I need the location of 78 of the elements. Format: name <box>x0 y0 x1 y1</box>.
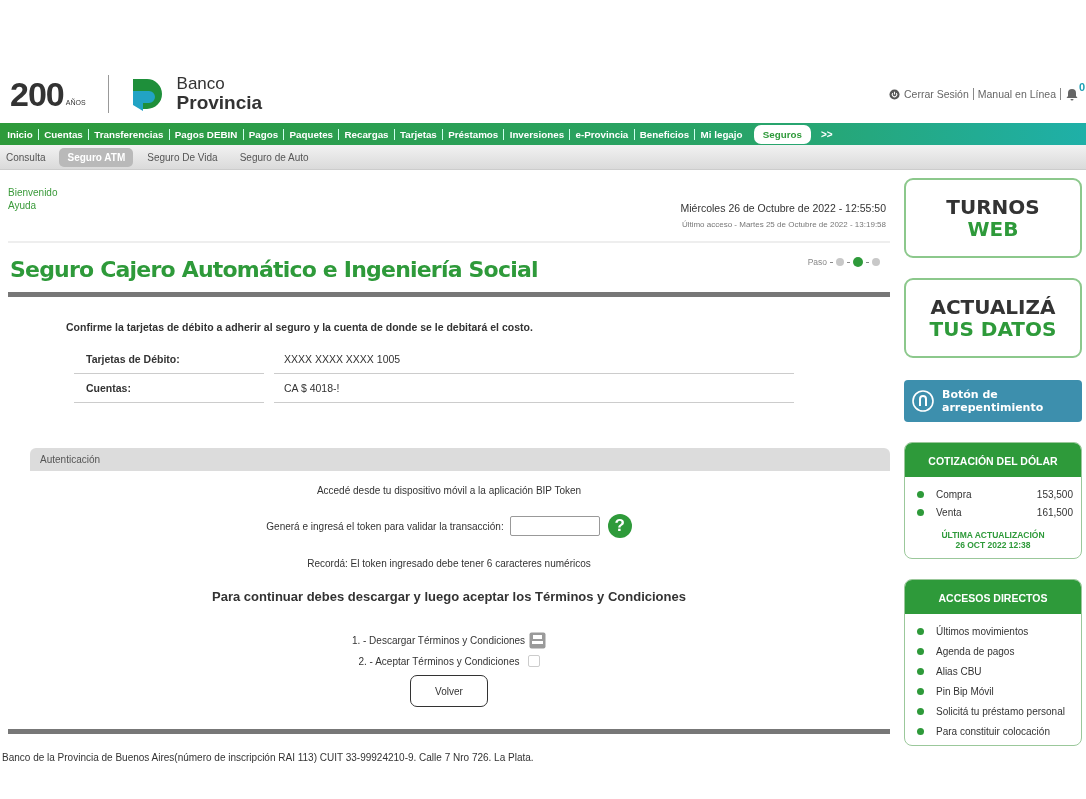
bank-logo-icon <box>130 77 165 111</box>
nav-tab[interactable]: Paquetes <box>283 128 339 140</box>
bank-name: Banco <box>176 74 226 92</box>
reminder-text: Recordá: El token ingresado debe tener 6 caracteres numéricos <box>306 558 592 569</box>
power-icon[interactable] <box>889 88 900 100</box>
accept-checkbox[interactable] <box>527 655 540 667</box>
update-data-button[interactable]: ACTUALIZÁ TUS DATOS <box>904 278 1082 358</box>
nav-tab[interactable]: Mi legajo <box>694 128 748 140</box>
bullet-icon <box>917 668 924 675</box>
bell-icon[interactable] <box>1066 87 1078 101</box>
subnav-tab[interactable]: Seguro ATM <box>59 147 134 167</box>
shortcut-link[interactable]: Alias CBU <box>936 666 982 677</box>
nav-tab[interactable]: Cuentas <box>37 128 88 140</box>
instructions-text: Confirme la tarjetas de débito a adherir al seguro y la cuenta de donde se le debitará el costo. <box>66 321 534 333</box>
more-link[interactable]: >> <box>820 128 833 140</box>
logo-number: 200 <box>10 74 64 114</box>
nav-tab[interactable]: Seguros <box>753 124 811 144</box>
nav-tab[interactable]: Recargas <box>338 128 394 140</box>
bullet-icon <box>917 688 924 695</box>
bullet-icon <box>917 648 924 655</box>
help-button[interactable]: ? <box>607 514 632 538</box>
step-label: Paso <box>807 257 827 267</box>
bullet-icon <box>917 708 924 715</box>
detail-value: CA $ 4018-! <box>274 374 794 403</box>
welcome-text: Bienvenido <box>8 187 58 198</box>
detail-label: Cuentas: <box>74 374 264 403</box>
update-time: 26 OCT 2022 12:38 <box>954 540 1032 550</box>
subnav-tab[interactable]: Seguro De Vida <box>139 147 226 167</box>
back-button[interactable]: Volver <box>410 675 488 707</box>
rate-label: Compra <box>936 489 972 500</box>
nav-tab[interactable]: Pagos <box>242 128 284 140</box>
notification-count: 0 <box>1078 80 1085 93</box>
terms-heading: Para continuar debes descargar y luego aceptar los Términos y Condiciones <box>211 589 687 604</box>
nav-tab[interactable]: Tarjetas <box>393 128 442 140</box>
section-header: Autenticación <box>30 448 890 471</box>
rate-value: 161,500 <box>1036 507 1073 518</box>
update-label: ÚLTIMA ACTUALIZACIÓN <box>940 530 1046 540</box>
header-link[interactable]: Cerrar Sesión <box>900 88 974 100</box>
bullet-icon <box>917 628 924 635</box>
subnav-tab[interactable]: Consulta <box>6 147 54 167</box>
bullet-icon <box>917 491 924 498</box>
nav-tab[interactable]: Transferencias <box>88 128 169 140</box>
nav-tab[interactable]: Pagos DEBIN <box>168 128 243 140</box>
regret-button[interactable]: Botón de arrepentimiento <box>904 380 1082 422</box>
detail-value: XXXX XXXX XXXX 1005 <box>274 345 794 374</box>
panel-title: COTIZACIÓN DEL DÓLAR <box>905 443 1081 477</box>
rate-value: 153,500 <box>1036 489 1073 500</box>
bullet-icon <box>917 728 924 735</box>
download-label: 1. - Descargar Términos y Condiciones <box>351 635 526 646</box>
token-field[interactable] <box>509 516 600 536</box>
instruction-text: Accedé desde tu dispositivo móvil a la aplicación BIP Token <box>315 485 583 496</box>
shortcut-link[interactable]: Agenda de pagos <box>936 646 1015 657</box>
current-date: Miércoles 26 de Octubre de 2022 - 12:55:50 <box>680 202 886 214</box>
nav-tab[interactable]: Préstamos <box>442 128 504 140</box>
help-link[interactable]: Ayuda <box>8 200 58 211</box>
subnav-tab[interactable]: Seguro de Auto <box>231 147 317 167</box>
shortcut-link[interactable]: Pin Bip Móvil <box>936 686 994 697</box>
nav-tab[interactable]: Beneficios <box>633 128 695 140</box>
shortcut-link[interactable]: Para constituir colocación <box>936 726 1050 737</box>
last-access: Último acceso - Martes 25 de Octubre de 2022 - 13:19:58 <box>681 220 886 229</box>
bullet-icon <box>917 509 924 516</box>
rate-label: Venta <box>936 507 962 518</box>
return-icon <box>912 390 934 412</box>
header-link[interactable]: Manual en Línea <box>973 88 1061 100</box>
nav-tab[interactable]: e-Provincia <box>569 128 634 140</box>
panel-title: ACCESOS DIRECTOS <box>905 580 1081 614</box>
footer-text: Banco de la Provincia de Buenos Aires(número de inscripción RAI 113) CUIT 33-99924210-9. Calle 7 Nro 726. La Plata. <box>2 752 535 763</box>
nav-tab[interactable]: Inicio <box>2 128 38 140</box>
printer-icon[interactable] <box>529 632 547 649</box>
shortcut-link[interactable]: Últimos movimientos <box>936 626 1029 637</box>
appointments-button[interactable]: TURNOS WEB <box>904 178 1082 258</box>
accept-label: 2. - Aceptar Términos y Condiciones <box>358 655 520 667</box>
shortcut-link[interactable]: Solicitá tu préstamo personal <box>936 706 1065 717</box>
token-label: Generá e ingresá el token para validar la transacción: <box>266 520 504 532</box>
nav-tab[interactable]: Inversiones <box>503 128 570 140</box>
bank-name: Provincia <box>176 91 263 114</box>
page-title: Seguro Cajero Automático e Ingeniería Social <box>10 257 538 282</box>
detail-label: Tarjetas de Débito: <box>74 345 264 374</box>
